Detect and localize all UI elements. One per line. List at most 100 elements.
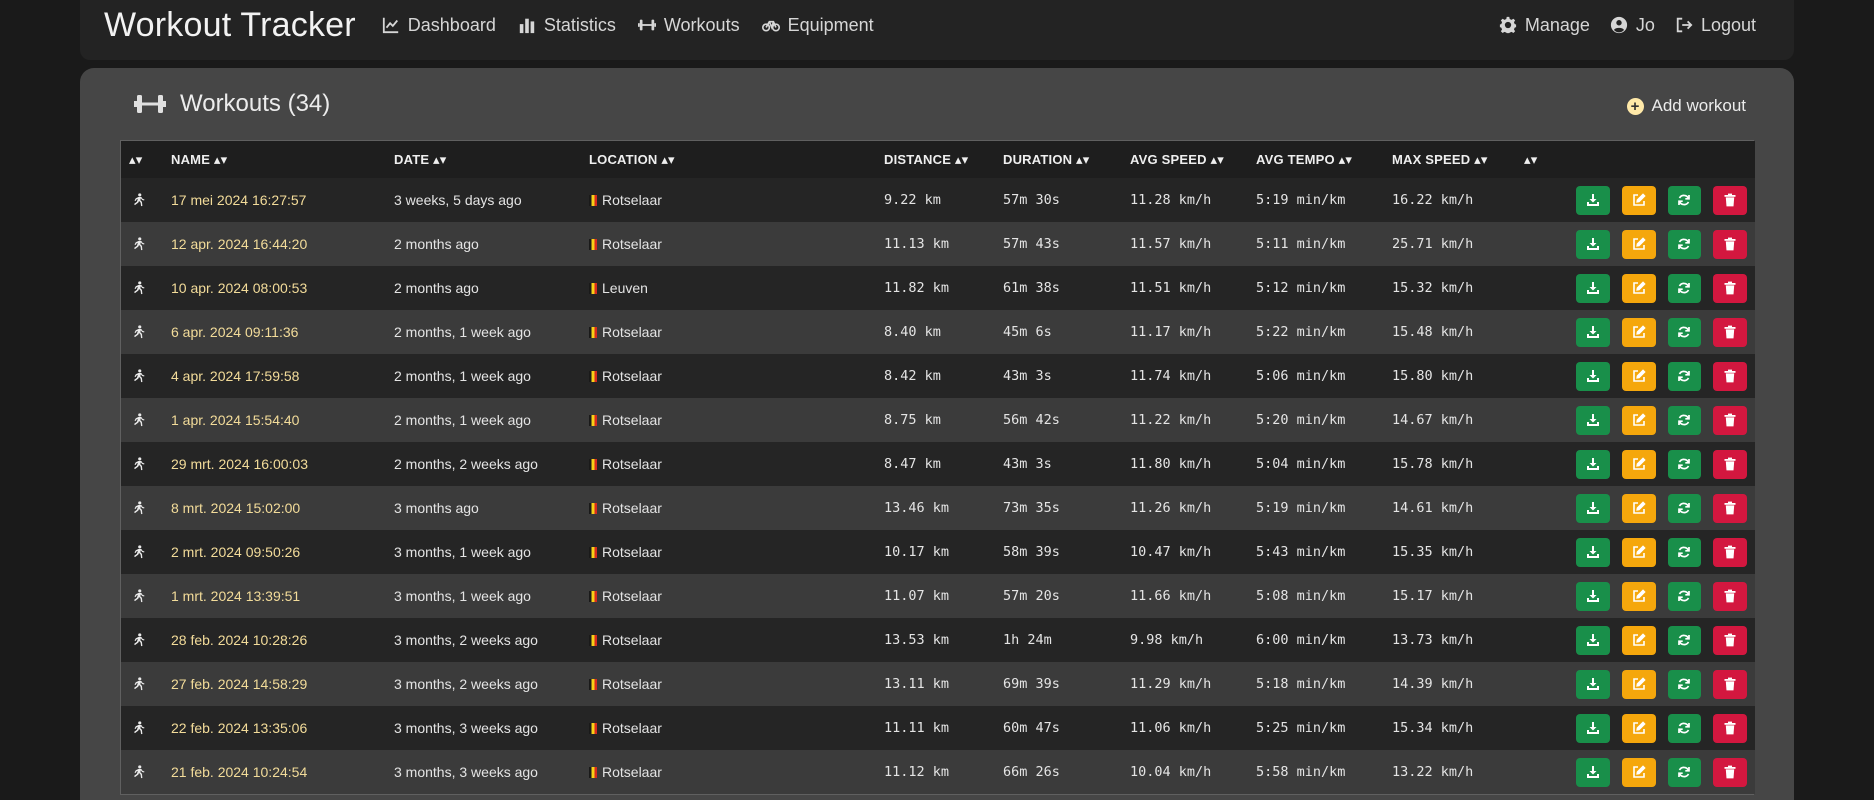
download-button[interactable] bbox=[1576, 669, 1610, 699]
delete-button[interactable] bbox=[1713, 493, 1747, 523]
refresh-button[interactable] bbox=[1667, 757, 1702, 787]
sort-avg-tempo-header[interactable]: AVG TEMPO ▴▾ bbox=[1248, 141, 1384, 178]
sort-type-header[interactable]: ▴▾ bbox=[121, 141, 163, 178]
edit-button[interactable] bbox=[1621, 229, 1656, 259]
edit-button[interactable] bbox=[1621, 625, 1656, 655]
delete-button[interactable] bbox=[1713, 185, 1747, 215]
add-workout-button[interactable]: + Add workout bbox=[1626, 96, 1746, 116]
delete-button[interactable] bbox=[1713, 713, 1747, 743]
sort-avg-speed-header[interactable]: AVG SPEED ▴▾ bbox=[1122, 141, 1248, 178]
download-button[interactable] bbox=[1576, 317, 1610, 347]
sort-max-speed-header[interactable]: MAX SPEED ▴▾ bbox=[1384, 141, 1516, 178]
workout-name-link[interactable]: 10 apr. 2024 08:00:53 bbox=[163, 266, 386, 310]
refresh-button[interactable] bbox=[1667, 185, 1702, 215]
workout-name-link[interactable]: 1 apr. 2024 15:54:40 bbox=[163, 398, 386, 442]
refresh-button[interactable] bbox=[1667, 317, 1702, 347]
workout-name-link[interactable]: 21 feb. 2024 10:24:54 bbox=[163, 750, 386, 794]
delete-button[interactable] bbox=[1713, 361, 1747, 391]
delete-button[interactable] bbox=[1713, 757, 1747, 787]
workout-name-link[interactable]: 17 mei 2024 16:27:57 bbox=[163, 178, 386, 222]
refresh-button[interactable] bbox=[1667, 361, 1702, 391]
sort-location-header[interactable]: LOCATION ▴▾ bbox=[581, 141, 876, 178]
workout-name-link[interactable]: 6 apr. 2024 09:11:36 bbox=[163, 310, 386, 354]
edit-button[interactable] bbox=[1621, 537, 1656, 567]
delete-button[interactable] bbox=[1713, 581, 1747, 611]
edit-button[interactable] bbox=[1621, 713, 1656, 743]
refresh-button[interactable] bbox=[1667, 405, 1702, 435]
download-button[interactable] bbox=[1576, 449, 1610, 479]
download-button[interactable] bbox=[1576, 361, 1610, 391]
edit-button[interactable] bbox=[1621, 185, 1656, 215]
delete-button[interactable] bbox=[1713, 449, 1747, 479]
workout-name-link[interactable]: 29 mrt. 2024 16:00:03 bbox=[163, 442, 386, 486]
sort-distance-header[interactable]: DISTANCE ▴▾ bbox=[876, 141, 995, 178]
refresh-button[interactable] bbox=[1667, 713, 1702, 743]
edit-icon bbox=[1632, 413, 1646, 426]
edit-button[interactable] bbox=[1621, 405, 1656, 435]
nav-manage[interactable]: Manage bbox=[1499, 15, 1590, 36]
delete-button[interactable] bbox=[1713, 229, 1747, 259]
workout-name-link[interactable]: 12 apr. 2024 16:44:20 bbox=[163, 222, 386, 266]
delete-button[interactable] bbox=[1713, 405, 1747, 435]
nav-workouts[interactable]: Workouts bbox=[637, 15, 740, 36]
workout-name-link[interactable]: 8 mrt. 2024 15:02:00 bbox=[163, 486, 386, 530]
avg-speed-cell: 11.28 km/h bbox=[1122, 178, 1248, 222]
sort-date-header[interactable]: DATE ▴▾ bbox=[386, 141, 581, 178]
download-button[interactable] bbox=[1576, 757, 1610, 787]
date-cell: 2 months, 1 week ago bbox=[386, 354, 581, 398]
delete-button[interactable] bbox=[1713, 537, 1747, 567]
delete-button[interactable] bbox=[1713, 625, 1747, 655]
refresh-button[interactable] bbox=[1667, 581, 1702, 611]
sort-duration-header[interactable]: DURATION ▴▾ bbox=[995, 141, 1122, 178]
download-button[interactable] bbox=[1576, 537, 1610, 567]
nav-statistics[interactable]: Statistics bbox=[518, 15, 616, 36]
table-row: 22 feb. 2024 13:35:06 3 months, 3 weeks … bbox=[121, 706, 1755, 750]
trash-icon bbox=[1724, 281, 1736, 295]
delete-button[interactable] bbox=[1713, 317, 1747, 347]
edit-button[interactable] bbox=[1621, 669, 1656, 699]
nav-equipment[interactable]: Equipment bbox=[761, 15, 874, 36]
table-row: 10 apr. 2024 08:00:53 2 months ago Leuve… bbox=[121, 266, 1755, 310]
download-button[interactable] bbox=[1576, 625, 1610, 655]
workout-name-link[interactable]: 1 mrt. 2024 13:39:51 bbox=[163, 574, 386, 618]
refresh-button[interactable] bbox=[1667, 273, 1702, 303]
workout-name-link[interactable]: 4 apr. 2024 17:59:58 bbox=[163, 354, 386, 398]
download-button[interactable] bbox=[1576, 713, 1610, 743]
nav-logout[interactable]: Logout bbox=[1675, 15, 1756, 36]
edit-button[interactable] bbox=[1621, 493, 1656, 523]
delete-button[interactable] bbox=[1713, 273, 1747, 303]
refresh-button[interactable] bbox=[1667, 669, 1702, 699]
row-actions bbox=[1576, 625, 1747, 655]
row-actions bbox=[1576, 229, 1747, 259]
location-label: Rotselaar bbox=[602, 588, 662, 604]
edit-button[interactable] bbox=[1621, 581, 1656, 611]
nav-dashboard[interactable]: Dashboard bbox=[382, 15, 496, 36]
delete-button[interactable] bbox=[1713, 669, 1747, 699]
edit-button[interactable] bbox=[1621, 449, 1656, 479]
sort-extra-header[interactable]: ▴▾ bbox=[1516, 141, 1568, 178]
refresh-button[interactable] bbox=[1667, 537, 1702, 567]
edit-button[interactable] bbox=[1621, 273, 1656, 303]
app-brand[interactable]: Workout Tracker bbox=[104, 6, 356, 45]
edit-button[interactable] bbox=[1621, 317, 1656, 347]
workout-name-link[interactable]: 22 feb. 2024 13:35:06 bbox=[163, 706, 386, 750]
refresh-button[interactable] bbox=[1667, 229, 1702, 259]
download-button[interactable] bbox=[1576, 581, 1610, 611]
sort-name-header[interactable]: NAME ▴▾ bbox=[163, 141, 386, 178]
download-button[interactable] bbox=[1576, 273, 1610, 303]
download-button[interactable] bbox=[1576, 185, 1610, 215]
workout-name-link[interactable]: 2 mrt. 2024 09:50:26 bbox=[163, 530, 386, 574]
workout-name-link[interactable]: 28 feb. 2024 10:28:26 bbox=[163, 618, 386, 662]
edit-button[interactable] bbox=[1621, 361, 1656, 391]
actions-cell bbox=[1568, 222, 1755, 266]
workout-name-link[interactable]: 27 feb. 2024 14:58:29 bbox=[163, 662, 386, 706]
download-button[interactable] bbox=[1576, 229, 1610, 259]
refresh-button[interactable] bbox=[1667, 449, 1702, 479]
belgium-flag-icon bbox=[589, 459, 597, 470]
refresh-button[interactable] bbox=[1667, 493, 1702, 523]
download-button[interactable] bbox=[1576, 405, 1610, 435]
edit-button[interactable] bbox=[1621, 757, 1656, 787]
download-button[interactable] bbox=[1576, 493, 1610, 523]
refresh-button[interactable] bbox=[1667, 625, 1702, 655]
nav-user[interactable]: Jo bbox=[1610, 15, 1655, 36]
